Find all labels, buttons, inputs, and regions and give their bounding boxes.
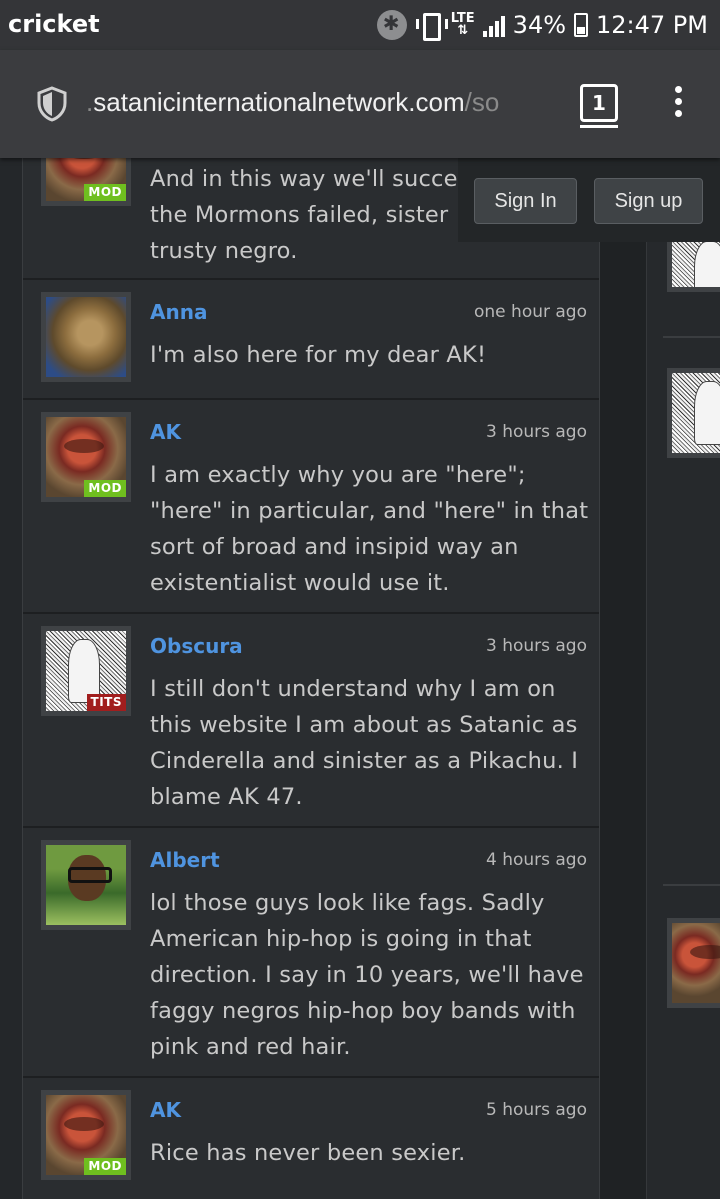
avatar[interactable] [41, 840, 131, 930]
mod-badge: MOD [84, 184, 126, 201]
battery-percent: 34% [512, 11, 567, 39]
mod-badge: MOD [84, 480, 126, 497]
sidebar-avatar[interactable] [667, 918, 720, 1008]
tab-switcher-button[interactable]: 1 [580, 84, 618, 128]
battery-icon [574, 13, 589, 37]
avatar[interactable]: TITS [41, 626, 131, 716]
avatar[interactable] [41, 292, 131, 382]
shield-icon[interactable] [36, 86, 68, 122]
divider [663, 884, 720, 886]
avatar[interactable]: MOD [41, 412, 131, 502]
status-icons: LTE⇅ 34% 12:47 PM [376, 8, 708, 42]
comment-text: And in this way we'll succe the Mormons … [150, 166, 458, 264]
sign-in-button[interactable]: Sign In [474, 178, 577, 224]
comment-author[interactable]: Albert [150, 848, 220, 872]
sidebar-avatar[interactable] [667, 368, 720, 458]
comment-list: MOD And in this way we'll succe the Morm… [22, 158, 600, 1199]
comment-author[interactable]: AK [150, 420, 181, 444]
sign-up-button[interactable]: Sign up [594, 178, 703, 224]
comment-author[interactable]: AK [150, 1098, 181, 1122]
lte-icon: LTE ⇅ [450, 11, 475, 38]
overflow-menu-icon[interactable] [672, 86, 684, 122]
divider [663, 336, 720, 338]
bluetooth-icon [376, 10, 407, 40]
signal-icon [482, 13, 505, 37]
page-content: MOD And in this way we'll succe the Morm… [0, 158, 720, 1199]
avatar[interactable]: MOD [41, 158, 131, 206]
tits-badge: TITS [86, 694, 126, 711]
comment-item: TITS Obscura 3 hours ago I still don't u… [23, 614, 599, 828]
comment-item: Anna one hour ago I'm also here for my d… [23, 280, 599, 400]
url-field[interactable]: .satanicinternationalnetwork.com/so [86, 87, 556, 118]
comment-text: lol those guys look like fags. Sadly Ame… [150, 890, 584, 1060]
clock: 12:47 PM [596, 11, 708, 39]
comment-item: MOD AK 3 hours ago I am exactly why you … [23, 400, 599, 614]
browser-toolbar: .satanicinternationalnetwork.com/so 1 [0, 50, 720, 158]
carrier-name: cricket [8, 10, 100, 38]
auth-bar: Sign In Sign up [458, 158, 720, 242]
comment-text: I still don't understand why I am on thi… [150, 676, 579, 810]
status-bar: cricket LTE⇅ 34% 12:47 PM [0, 0, 720, 50]
comment-time: 4 hours ago [485, 850, 587, 870]
comment-time: 5 hours ago [485, 1100, 587, 1120]
vibrate-icon [415, 11, 448, 41]
comment-author[interactable]: Obscura [150, 634, 243, 658]
avatar[interactable]: MOD [41, 1090, 131, 1180]
comment-author[interactable]: Anna [150, 300, 207, 324]
comment-item: MOD AK 5 hours ago Rice has never been s… [23, 1078, 599, 1199]
comment-time: 3 hours ago [485, 422, 587, 442]
comment-text: I'm also here for my dear AK! [150, 342, 487, 368]
comment-time: one hour ago [474, 302, 587, 322]
comment-item: Albert 4 hours ago lol those guys look l… [23, 828, 599, 1078]
left-gutter [0, 158, 22, 1199]
sidebar-column [646, 158, 720, 1199]
mod-badge: MOD [84, 1158, 126, 1175]
comment-text: I am exactly why you are "here"; "here" … [150, 462, 589, 596]
comment-time: 3 hours ago [485, 636, 587, 656]
comment-text: Rice has never been sexier. [150, 1140, 466, 1166]
